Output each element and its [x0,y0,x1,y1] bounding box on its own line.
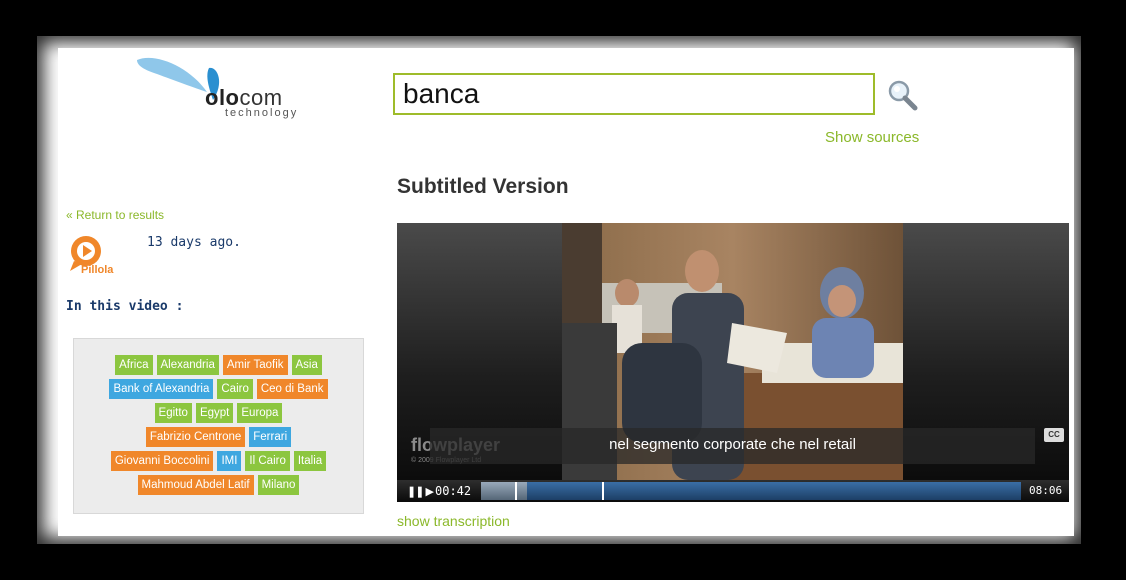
subtitle-text: nel segmento corporate che nel retail [609,436,856,453]
closed-captions-button[interactable]: CC [1044,428,1064,442]
search-icon[interactable] [885,78,919,112]
tag[interactable]: Europa [237,403,283,423]
player-controls: ❚❚ ▶ 00:42 08:06 [397,480,1069,502]
tag-cloud: Africa Alexandria Amir Taofik Asia Bank of … [73,338,364,514]
video-player[interactable]: flowplayer © 2009 Flowplayer Ltd nel seg… [397,223,1069,502]
tag[interactable]: Egypt [195,403,234,423]
tag[interactable]: IMI [217,451,242,471]
pillola-badge: Pillola [81,264,114,276]
seek-bar[interactable] [481,482,1021,500]
duration: 08:06 [1029,484,1063,497]
tag[interactable]: Amir Taofik [222,355,288,375]
page-title: Subtitled Version [397,175,569,198]
tag[interactable]: Asia [291,355,322,375]
tag[interactable]: Italia [293,451,327,471]
show-transcription-link[interactable]: show transcription [397,513,510,529]
tag[interactable]: Milano [257,475,300,495]
search-input[interactable] [393,73,875,115]
in-this-video-heading: In this video : [66,299,184,314]
logo-subtitle: technology [225,107,299,119]
seek-marker[interactable] [602,482,604,500]
tag[interactable]: Ferrari [249,427,292,447]
current-time: 00:42 [435,484,472,498]
seek-bar-progress [481,482,528,500]
tag[interactable]: Mahmoud Abdel Latif [137,475,254,495]
show-sources-link[interactable]: Show sources [825,129,919,146]
tag[interactable]: Africa [115,355,153,375]
tag[interactable]: Giovanni Boccolini [110,451,214,471]
video-age: 13 days ago. [147,235,241,250]
pause-icon[interactable]: ❚❚ ▶ [407,485,434,498]
tag[interactable]: Egitto [154,403,192,423]
subtitle-bar: nel segmento corporate che nel retail [430,428,1035,464]
tag[interactable]: Ceo di Bank [256,379,328,399]
tag[interactable]: Alexandria [156,355,219,375]
tag[interactable]: Il Cairo [245,451,290,471]
return-to-results-link[interactable]: « Return to results [66,208,164,222]
seek-marker[interactable] [515,482,517,500]
tag[interactable]: Cairo [217,379,253,399]
tag[interactable]: Bank of Alexandria [109,379,214,399]
tag[interactable]: Fabrizio Centrone [145,427,246,447]
